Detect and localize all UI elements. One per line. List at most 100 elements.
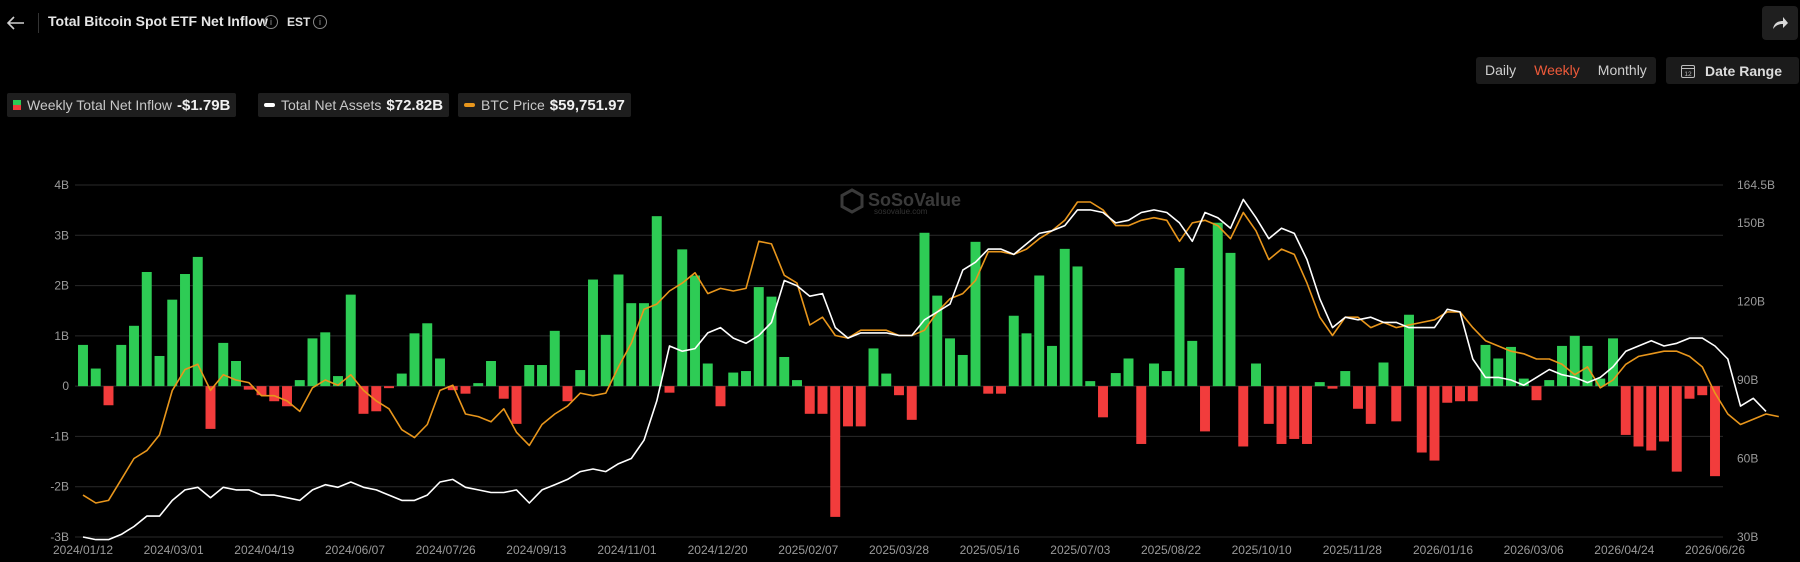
net-inflow-bar [1531, 386, 1542, 401]
btc-price-line [82, 201, 1779, 504]
net-inflow-bar [843, 386, 853, 427]
net-inflow-bar [1276, 386, 1287, 444]
share-button[interactable] [1762, 6, 1798, 40]
net-inflow-bar [307, 338, 318, 387]
net-inflow-bar [1620, 386, 1631, 435]
net-inflow-bar [894, 386, 904, 396]
top-bar: Total Bitcoin Spot ETF Net Inflow i EST … [0, 0, 1800, 46]
legend-label: Total Net Assets [281, 97, 382, 113]
net-inflow-bar [957, 354, 968, 387]
x-tick-label: 2024/12/20 [688, 543, 748, 557]
y-right-tick-label: 90B [1737, 373, 1758, 387]
net-inflow-swatch-icon [13, 100, 21, 110]
net-inflow-bar [906, 386, 917, 420]
legend-value: -$1.79B [177, 96, 231, 114]
net-inflow-bar [715, 386, 726, 407]
net-inflow-bar [524, 365, 535, 387]
divider [38, 13, 39, 33]
net-inflow-bar [1697, 386, 1708, 396]
legend-label: BTC Price [481, 97, 545, 113]
net-inflow-bar [1098, 386, 1108, 418]
net-inflow-bar [1671, 386, 1682, 472]
x-tick-label: 2025/03/28 [869, 543, 929, 557]
share-icon [1773, 17, 1788, 29]
net-inflow-bar [830, 386, 841, 517]
y-left-tick-label: 1B [54, 329, 69, 343]
net-inflow-bar [677, 249, 688, 387]
net-inflow-bar [141, 271, 152, 387]
net-inflow-bar [320, 332, 331, 387]
date-range-button[interactable]: 12 Date Range [1666, 57, 1799, 84]
y-right-tick-label: 150B [1737, 216, 1765, 230]
x-tick-label: 2024/11/01 [597, 543, 656, 557]
x-tick-label: 2025/02/07 [778, 543, 838, 557]
x-tick-label: 2024/04/19 [234, 543, 294, 557]
x-tick-label: 2024/09/13 [506, 543, 566, 557]
back-arrow-icon[interactable] [4, 12, 28, 34]
net-inflow-bar [613, 274, 624, 387]
btc-price-swatch-icon [464, 103, 475, 107]
x-tick-label: 2025/11/28 [1323, 543, 1382, 557]
net-inflow-bar [537, 365, 547, 387]
y-right-tick-label: 60B [1737, 451, 1758, 465]
x-tick-label: 2026/01/16 [1413, 543, 1473, 557]
legend-label: Weekly Total Net Inflow [27, 97, 172, 113]
date-range-label: Date Range [1705, 63, 1783, 79]
net-inflow-bar [996, 386, 1006, 394]
legend-value: $72.82B [386, 96, 444, 114]
y-left-tick-label: 2B [54, 279, 69, 293]
legend-btc-price[interactable]: BTC Price $59,751.97 [458, 93, 631, 117]
net-inflow-bar [664, 386, 675, 393]
x-tick-label: 2024/03/01 [144, 543, 204, 557]
x-tick-label: 2026/06/26 [1685, 543, 1745, 557]
y-left-tick-label: 0 [62, 379, 69, 393]
x-tick-label: 2025/08/22 [1141, 543, 1201, 557]
net-inflow-bar [1212, 222, 1223, 387]
net-inflow-bar [78, 344, 88, 387]
net-inflow-bar [741, 371, 751, 387]
net-inflow-bar [1161, 371, 1172, 387]
net-inflow-bar [855, 386, 866, 427]
net-inflow-bar [460, 386, 471, 394]
frequency-switch: Daily Weekly Monthly [1476, 57, 1656, 84]
net-inflow-bar [1263, 386, 1274, 424]
title-info-icon[interactable]: i [264, 15, 278, 29]
y-left-tick-label: 4B [54, 178, 69, 192]
y-left-tick-label: -2B [50, 480, 69, 494]
net-inflow-bar [1416, 386, 1427, 453]
chart-area[interactable]: 4B 3B 2B 1B 0 -1B -2B -3B 164.5B 150B 120B 90B 60B 30… [0, 120, 1800, 562]
net-inflow-bar [1659, 386, 1669, 442]
tab-monthly[interactable]: Monthly [1589, 57, 1656, 84]
net-inflow-bar [792, 380, 802, 387]
net-inflow-bar [1251, 363, 1261, 387]
net-inflow-bar [422, 323, 433, 387]
tab-daily[interactable]: Daily [1476, 57, 1525, 84]
net-inflow-bar [1136, 386, 1147, 444]
net-inflow-bar [1072, 266, 1083, 387]
x-tick-label: 2025/05/16 [960, 543, 1020, 557]
tab-weekly[interactable]: Weekly [1525, 57, 1589, 84]
net-inflow-bar [1340, 371, 1351, 387]
net-inflow-bar [804, 386, 815, 414]
net-inflow-bar [1047, 345, 1057, 387]
legend-net-inflow[interactable]: Weekly Total Net Inflow -$1.79B [7, 93, 237, 117]
timezone-info-icon[interactable]: i [313, 15, 327, 29]
net-inflow-bar [600, 334, 611, 387]
net-inflow-bar [1085, 381, 1096, 387]
net-inflow-bar [983, 386, 994, 394]
net-inflow-bar [817, 386, 828, 414]
net-inflow-bar [129, 325, 139, 387]
net-inflow-bar [409, 333, 420, 387]
page-title: Total Bitcoin Spot ETF Net Inflow [48, 13, 268, 29]
net-inflow-bar [1314, 382, 1325, 387]
net-inflow-bar [396, 373, 407, 387]
y-right-tick-label: 164.5B [1737, 178, 1775, 192]
net-assets-swatch-icon [264, 103, 275, 107]
net-inflow-bar [1302, 386, 1312, 444]
net-inflow-bar [167, 299, 178, 387]
net-inflow-bar [1187, 340, 1198, 387]
net-inflow-bar [1353, 386, 1363, 409]
legend-net-assets[interactable]: Total Net Assets $72.82B [258, 93, 450, 117]
net-inflow-bar [690, 275, 700, 387]
net-inflow-bar [294, 380, 305, 387]
